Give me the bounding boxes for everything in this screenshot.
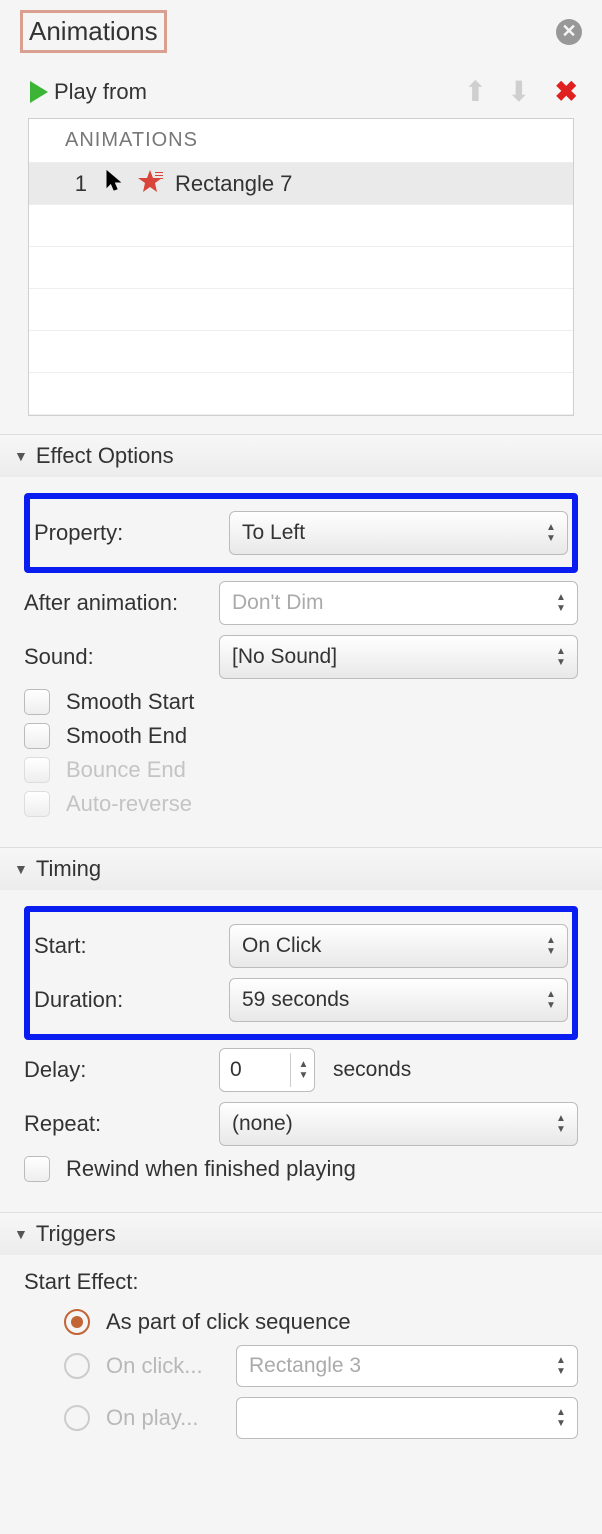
section-title: Effect Options [36,443,174,469]
auto-reverse-checkbox: Auto-reverse [24,791,578,817]
delete-icon[interactable]: ✖ [555,75,578,108]
radio-icon [64,1405,90,1431]
radio-icon [64,1309,90,1335]
move-down-icon[interactable]: ⬇ [507,75,530,108]
item-name: Rectangle 7 [175,171,292,197]
delay-value: 0 [230,1058,242,1082]
trigger-sequence-radio[interactable]: As part of click sequence [64,1309,578,1335]
trigger-onplay-radio: On play... ▲▼ [64,1397,578,1439]
play-icon[interactable] [30,81,48,103]
list-item[interactable] [29,247,573,289]
chevron-down-icon: ▼ [14,1226,28,1242]
effect-icon [137,170,163,197]
repeat-value: (none) [232,1112,293,1136]
delay-label: Delay: [24,1057,219,1083]
list-item[interactable] [29,373,573,415]
delay-input[interactable]: 0 ▲▼ [219,1048,315,1092]
property-select[interactable]: To Left ▲▼ [229,511,568,555]
list-item[interactable]: 1 Rectangle 7 [29,163,573,205]
list-item[interactable] [29,205,573,247]
onplay-target-select: ▲▼ [236,1397,578,1439]
list-header: ANIMATIONS [29,119,573,163]
section-effect-options[interactable]: ▼ Effect Options [0,434,602,477]
onclick-target-select: Rectangle 3 ▲▼ [236,1345,578,1387]
onclick-target-value: Rectangle 3 [249,1354,361,1378]
list-item[interactable] [29,331,573,373]
duration-select[interactable]: 59 seconds ▲▼ [229,978,568,1022]
stepper-icon: ▲▼ [553,1402,569,1434]
close-icon[interactable]: ✕ [556,19,582,45]
stepper-icon[interactable]: ▲▼ [290,1053,312,1087]
start-value: On Click [242,934,321,958]
section-timing[interactable]: ▼ Timing [0,847,602,890]
cursor-icon [105,170,123,197]
start-select[interactable]: On Click ▲▼ [229,924,568,968]
duration-label: Duration: [34,987,229,1013]
bounce-end-checkbox: Bounce End [24,757,578,783]
stepper-icon: ▲▼ [553,1107,569,1141]
section-triggers[interactable]: ▼ Triggers [0,1212,602,1255]
section-title: Timing [36,856,101,882]
item-number: 1 [29,171,99,197]
radio-icon [64,1353,90,1379]
start-label: Start: [34,933,229,959]
property-label: Property: [34,520,229,546]
move-up-icon[interactable]: ⬆ [464,75,487,108]
start-effect-label: Start Effect: [24,1269,578,1295]
after-animation-select: Don't Dim ▲▼ [219,581,578,625]
stepper-icon: ▲▼ [553,586,569,620]
chevron-down-icon: ▼ [14,861,28,877]
panel-title: Animations [20,10,167,53]
stepper-icon: ▲▼ [543,929,559,963]
sound-value: [No Sound] [232,645,337,669]
smooth-end-checkbox[interactable]: Smooth End [24,723,578,749]
stepper-icon: ▲▼ [553,640,569,674]
after-animation-label: After animation: [24,590,219,616]
list-item[interactable] [29,289,573,331]
chevron-down-icon: ▼ [14,448,28,464]
stepper-icon: ▲▼ [543,983,559,1017]
duration-value: 59 seconds [242,988,349,1012]
trigger-onclick-radio[interactable]: On click... Rectangle 3 ▲▼ [64,1345,578,1387]
repeat-select[interactable]: (none) ▲▼ [219,1102,578,1146]
after-animation-value: Don't Dim [232,591,324,615]
property-value: To Left [242,521,305,545]
rewind-checkbox[interactable]: Rewind when finished playing [24,1156,578,1182]
stepper-icon: ▲▼ [543,516,559,550]
repeat-label: Repeat: [24,1111,219,1137]
animations-list[interactable]: ANIMATIONS 1 Rectangle 7 [28,118,574,416]
smooth-start-checkbox[interactable]: Smooth Start [24,689,578,715]
sound-select[interactable]: [No Sound] ▲▼ [219,635,578,679]
sound-label: Sound: [24,644,219,670]
play-from-label[interactable]: Play from [54,79,147,105]
delay-unit: seconds [333,1058,411,1082]
section-title: Triggers [36,1221,116,1247]
stepper-icon: ▲▼ [553,1350,569,1382]
